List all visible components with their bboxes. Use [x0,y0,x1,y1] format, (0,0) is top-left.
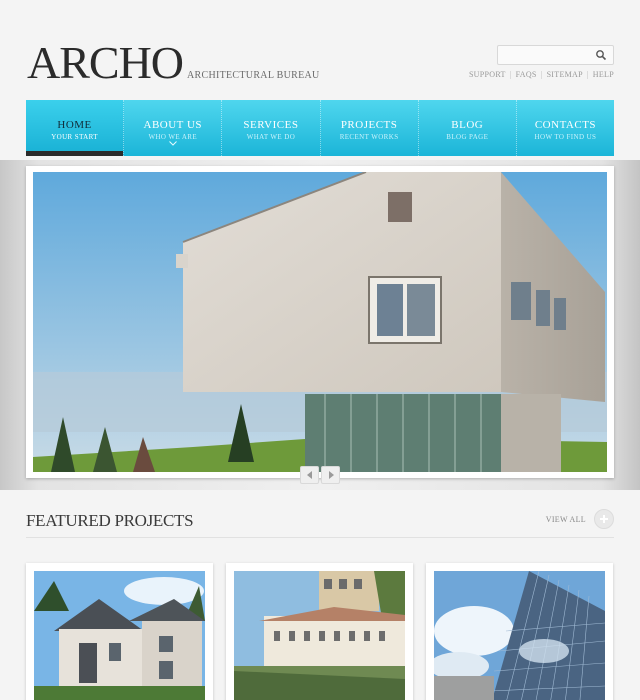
search-input[interactable] [498,47,593,66]
divider: | [540,70,543,79]
nav-label: PROJECTS [340,119,398,131]
project-card[interactable] [426,563,613,700]
project-image [434,571,605,700]
divider: | [509,70,512,79]
nav-sublabel: HOW TO FIND US [534,133,597,141]
nav-item-services[interactable]: SERVICES WHAT WE DO [222,100,321,156]
project-image [34,571,205,700]
search-box[interactable] [497,45,614,66]
nav-label: HOME [57,119,92,131]
chevron-right-icon [328,471,334,479]
chevron-down-icon [168,141,177,146]
hero-slide-image [33,172,607,472]
hero-slider [26,166,614,478]
view-all-label: VIEW ALL [545,514,586,524]
logo[interactable]: ARCHO [27,40,184,86]
sitemap-link[interactable]: SITEMAP [547,70,583,79]
main-nav: HOME YOUR START ABOUT US WHO WE ARE SERV… [26,100,614,156]
nav-sublabel: YOUR START [51,133,98,141]
nav-label: BLOG [451,119,484,131]
tagline: ARCHITECTURAL BUREAU [187,70,320,81]
faqs-link[interactable]: FAQS [516,70,537,79]
nav-item-contacts[interactable]: CONTACTS HOW TO FIND US [517,100,614,156]
search-icon[interactable] [595,49,607,61]
nav-item-blog[interactable]: BLOG BLOG PAGE [419,100,517,156]
project-image [234,571,405,700]
slider-prev-button[interactable] [300,466,319,484]
top-links: SUPPORT | FAQS | SITEMAP | HELP [469,70,614,79]
nav-sublabel: BLOG PAGE [446,133,489,141]
project-card[interactable] [26,563,213,700]
nav-sublabel: WHAT WE DO [246,133,296,141]
nav-item-projects[interactable]: PROJECTS RECENT WORKS [321,100,419,156]
nav-item-about-us[interactable]: ABOUT US WHO WE ARE [124,100,223,156]
nav-sublabel: WHO WE ARE [148,133,198,141]
nav-item-home[interactable]: HOME YOUR START [26,100,125,156]
nav-label: CONTACTS [534,119,597,131]
help-link[interactable]: HELP [593,70,614,79]
divider: | [586,70,589,79]
plus-icon [594,509,614,529]
slider-next-button[interactable] [321,466,340,484]
view-all-link[interactable]: VIEW ALL [546,509,614,529]
divider [26,537,614,538]
project-card[interactable] [226,563,413,700]
nav-label: ABOUT US [143,119,203,131]
slider-arrows [300,466,340,484]
nav-sublabel: RECENT WORKS [339,133,399,141]
support-link[interactable]: SUPPORT [469,70,506,79]
nav-label: SERVICES [243,119,299,131]
featured-projects-title: FEATURED PROJECTS [26,511,194,530]
chevron-left-icon [306,471,312,479]
